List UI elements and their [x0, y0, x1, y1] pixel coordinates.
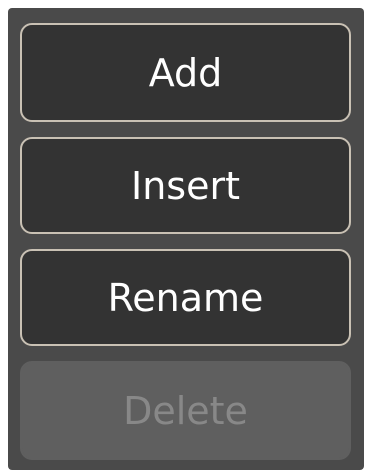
button-panel: Add Insert Rename Delete [8, 8, 364, 470]
delete-button-label: Delete [123, 388, 248, 433]
insert-button-label: Insert [131, 163, 240, 208]
add-button-label: Add [148, 50, 223, 95]
rename-button-label: Rename [107, 275, 264, 320]
delete-button[interactable]: Delete [20, 361, 351, 460]
rename-button[interactable]: Rename [20, 249, 351, 346]
insert-button[interactable]: Insert [20, 137, 351, 234]
add-button[interactable]: Add [20, 23, 351, 122]
